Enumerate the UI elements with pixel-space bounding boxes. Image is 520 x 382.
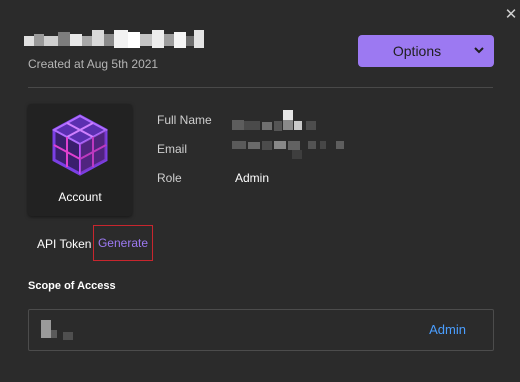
account-card: Account: [28, 104, 132, 216]
scope-role-link[interactable]: Admin: [429, 322, 466, 337]
full-name-label: Full Name: [157, 113, 212, 127]
header-divider: [28, 87, 493, 88]
page-title-redacted: [24, 30, 204, 50]
account-label: Account: [58, 190, 102, 204]
created-date: Created at Aug 5th 2021: [28, 57, 159, 71]
options-label: Options: [392, 43, 442, 59]
generate-token-link[interactable]: Generate: [93, 225, 153, 261]
chevron-down-icon: [474, 41, 484, 62]
api-token-label: API Token: [37, 237, 92, 251]
scope-row: Admin: [28, 309, 494, 351]
options-button[interactable]: Options: [358, 35, 494, 67]
role-label: Role: [157, 171, 182, 185]
close-icon[interactable]: ✕: [503, 7, 519, 23]
role-value: Admin: [235, 171, 270, 185]
email-label: Email: [157, 142, 188, 156]
scope-of-access-title: Scope of Access: [28, 280, 116, 292]
cube-logo-icon: [51, 114, 109, 176]
